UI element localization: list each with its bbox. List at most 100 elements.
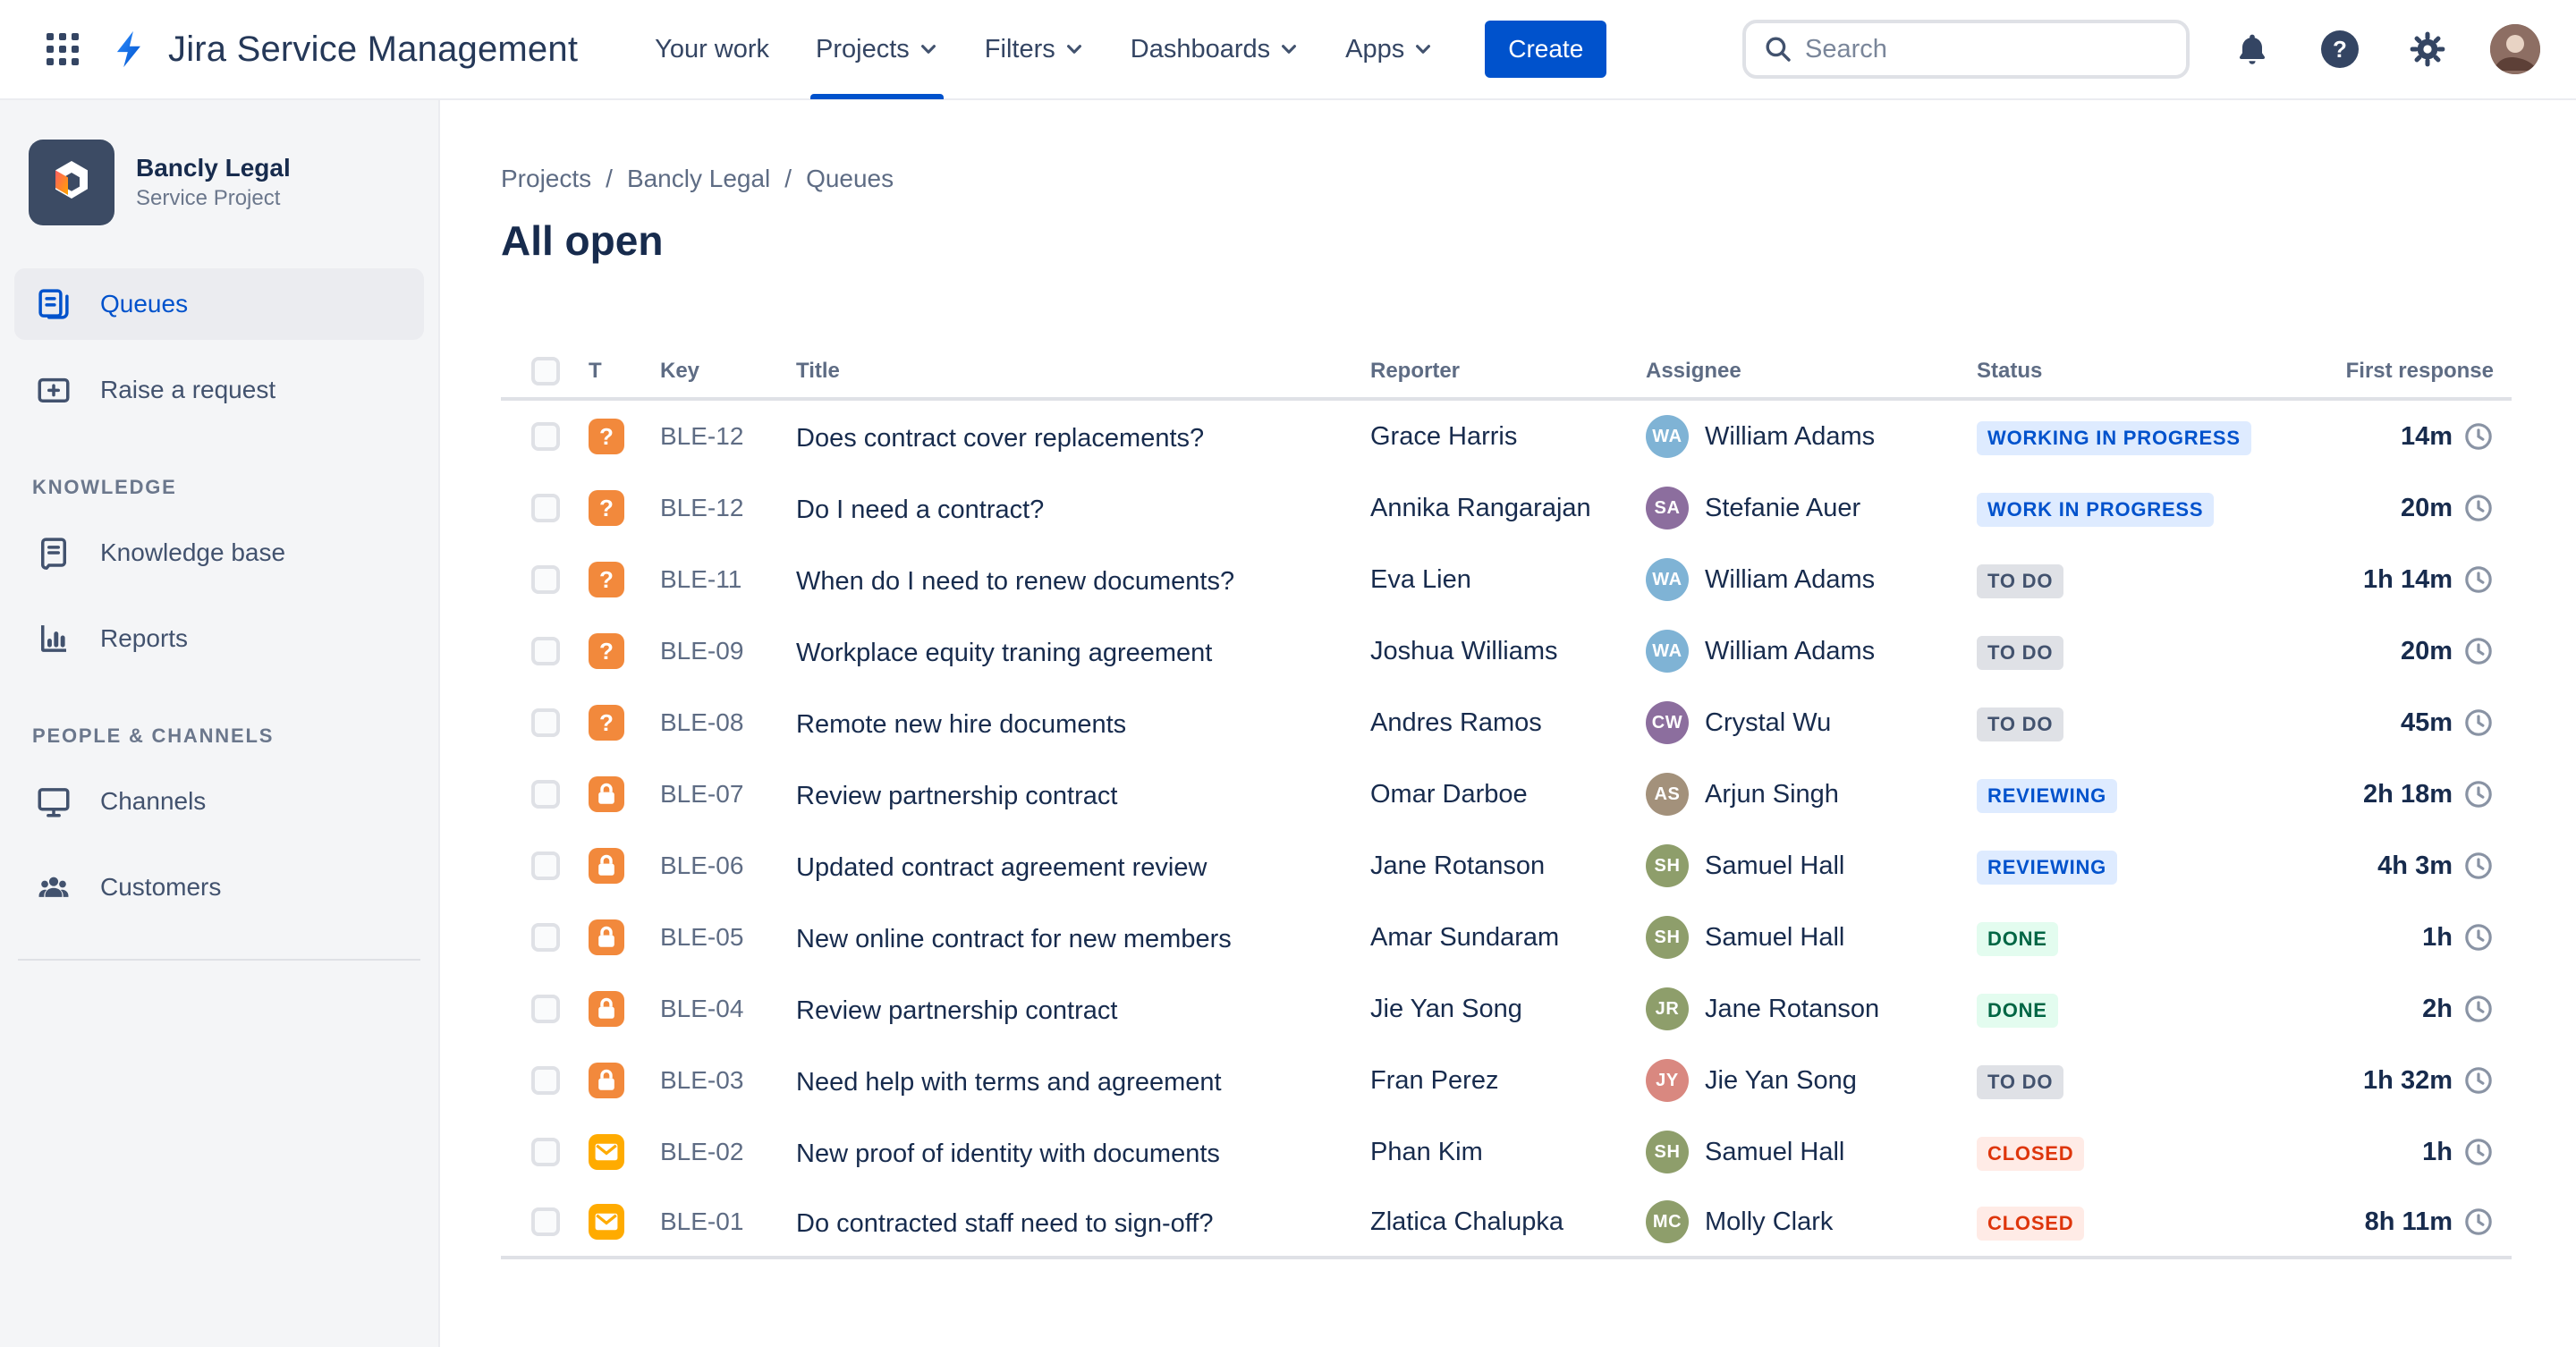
request-type-icon: ? [589, 490, 624, 526]
notifications-icon[interactable] [2227, 24, 2277, 74]
row-checkbox[interactable] [531, 494, 560, 522]
issue-title-link[interactable]: When do I need to renew documents? [796, 567, 1234, 596]
help-icon[interactable]: ? [2315, 24, 2365, 74]
reporter-name: Annika Rangarajan [1370, 493, 1591, 522]
sidebar-item-queues[interactable]: Queues [14, 268, 424, 340]
row-checkbox[interactable] [531, 851, 560, 880]
assignee-name: William Adams [1705, 421, 1876, 451]
reporter-name: Phan Kim [1370, 1137, 1483, 1166]
table-row[interactable]: BLE-06 Updated contract agreement review… [501, 830, 2512, 902]
status-badge: DONE [1977, 921, 2058, 956]
status-badge: REVIEWING [1977, 850, 2118, 885]
issue-key[interactable]: BLE-01 [660, 1207, 796, 1236]
sidebar-item-channels[interactable]: Channels [14, 766, 424, 837]
raise-request-icon [32, 371, 75, 409]
issue-key[interactable]: BLE-09 [660, 637, 796, 665]
assignee-avatar: SH [1646, 844, 1689, 887]
row-checkbox[interactable] [531, 995, 560, 1023]
breadcrumb: Projects / Bancly Legal / Queues [501, 165, 894, 193]
user-avatar[interactable] [2490, 24, 2540, 74]
nav-filters[interactable]: Filters [985, 0, 1084, 99]
issue-key[interactable]: BLE-02 [660, 1138, 796, 1166]
status-badge: TO DO [1977, 1064, 2064, 1099]
issue-key[interactable]: BLE-12 [660, 422, 796, 451]
row-checkbox[interactable] [531, 422, 560, 451]
row-checkbox[interactable] [531, 1138, 560, 1166]
issue-title-link[interactable]: Need help with terms and agreement [796, 1068, 1222, 1097]
create-button[interactable]: Create [1485, 21, 1607, 78]
column-header-title: Title [796, 359, 840, 383]
row-checkbox[interactable] [531, 708, 560, 737]
nav-apps[interactable]: Apps [1345, 0, 1433, 99]
row-checkbox[interactable] [531, 923, 560, 952]
table-row[interactable]: ? BLE-08 Remote new hire documents Andre… [501, 687, 2512, 758]
nav-your-work[interactable]: Your work [655, 0, 769, 99]
nav-projects[interactable]: Projects [809, 0, 945, 99]
issue-key[interactable]: BLE-07 [660, 780, 796, 809]
request-type-icon [589, 848, 624, 884]
issue-title-link[interactable]: Does contract cover replacements? [796, 424, 1204, 453]
jira-brand-home[interactable]: Jira Service Management [111, 29, 578, 70]
assignee-avatar: CW [1646, 701, 1689, 744]
request-type-icon: ? [589, 562, 624, 597]
sidebar-item-knowledge-base[interactable]: Knowledge base [14, 517, 424, 589]
sidebar-section-people-channels: PEOPLE & CHANNELS [32, 724, 275, 747]
status-badge: TO DO [1977, 563, 2064, 598]
issue-key[interactable]: BLE-03 [660, 1066, 796, 1095]
row-checkbox[interactable] [531, 1066, 560, 1095]
issue-key[interactable]: BLE-06 [660, 851, 796, 880]
sidebar-item-reports[interactable]: Reports [14, 603, 424, 674]
sidebar-item-customers[interactable]: Customers [14, 851, 424, 923]
settings-icon[interactable] [2402, 24, 2453, 74]
table-row[interactable]: BLE-05 New online contract for new membe… [501, 902, 2512, 973]
nav-dashboards[interactable]: Dashboards [1131, 0, 1299, 99]
jira-logo-icon [111, 29, 152, 70]
table-row[interactable]: ? BLE-09 Workplace equity traning agreem… [501, 615, 2512, 687]
app-switcher-icon[interactable] [32, 19, 93, 80]
issue-title-link[interactable]: Remote new hire documents [796, 710, 1126, 739]
table-row[interactable]: ? BLE-12 Do I need a contract? Annika Ra… [501, 472, 2512, 544]
global-search[interactable] [1742, 20, 2190, 79]
issue-title-link[interactable]: Do contracted staff need to sign-off? [796, 1209, 1213, 1238]
table-row[interactable]: BLE-07 Review partnership contract Omar … [501, 758, 2512, 830]
issue-key[interactable]: BLE-04 [660, 995, 796, 1023]
clock-icon [2465, 995, 2492, 1022]
row-checkbox[interactable] [531, 780, 560, 809]
project-logo-icon[interactable] [29, 140, 114, 225]
issue-key[interactable]: BLE-08 [660, 708, 796, 737]
table-row[interactable]: ? BLE-12 Does contract cover replacement… [501, 401, 2512, 472]
row-checkbox[interactable] [531, 637, 560, 665]
breadcrumb-projects[interactable]: Projects [501, 165, 591, 193]
issue-title-link[interactable]: New online contract for new members [796, 925, 1232, 953]
first-response-time: 1h 32m [2363, 1065, 2453, 1095]
queues-icon [32, 285, 75, 323]
page-title: All open [501, 217, 664, 264]
select-all-checkbox[interactable] [531, 357, 560, 385]
breadcrumb-queues[interactable]: Queues [806, 165, 894, 193]
issue-title-link[interactable]: Do I need a contract? [796, 496, 1044, 524]
sidebar-item-raise-a-request[interactable]: Raise a request [14, 354, 424, 426]
issue-title-link[interactable]: New proof of identity with documents [796, 1139, 1220, 1168]
issue-title-link[interactable]: Workplace equity traning agreement [796, 639, 1212, 667]
sidebar-item-label: Customers [100, 873, 222, 901]
request-type-icon [589, 776, 624, 812]
issue-title-link[interactable]: Updated contract agreement review [796, 853, 1207, 882]
breadcrumb-project[interactable]: Bancly Legal [627, 165, 770, 193]
table-row[interactable]: BLE-04 Review partnership contract Jie Y… [501, 973, 2512, 1045]
table-row[interactable]: ? BLE-11 When do I need to renew documen… [501, 544, 2512, 615]
issue-key[interactable]: BLE-05 [660, 923, 796, 952]
assignee-avatar: SH [1646, 1131, 1689, 1173]
issue-title-link[interactable]: Review partnership contract [796, 782, 1117, 810]
issue-key[interactable]: BLE-12 [660, 494, 796, 522]
table-row[interactable]: BLE-01 Do contracted staff need to sign-… [501, 1188, 2512, 1259]
issue-title-link[interactable]: Review partnership contract [796, 996, 1117, 1025]
row-checkbox[interactable] [531, 1207, 560, 1236]
top-navigation-bar: Jira Service Management Your work Projec… [0, 0, 2576, 100]
reporter-name: Amar Sundaram [1370, 922, 1560, 952]
row-checkbox[interactable] [531, 565, 560, 594]
table-row[interactable]: BLE-02 New proof of identity with docume… [501, 1116, 2512, 1188]
first-response-time: 20m [2400, 636, 2453, 665]
issue-key[interactable]: BLE-11 [660, 565, 796, 594]
table-row[interactable]: BLE-03 Need help with terms and agreemen… [501, 1045, 2512, 1116]
search-input[interactable] [1805, 34, 2168, 64]
